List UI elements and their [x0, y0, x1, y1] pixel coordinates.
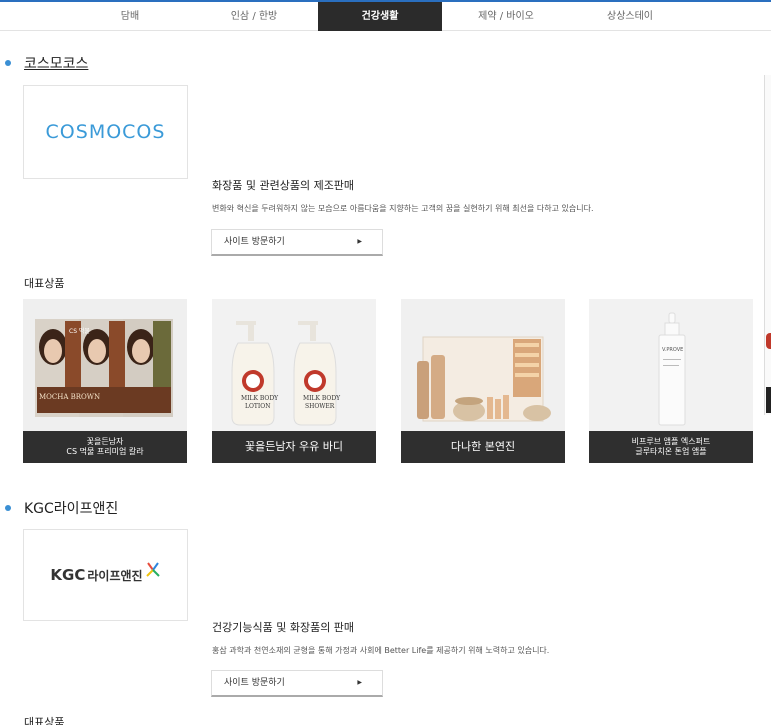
cosmocos-logo: COSMOCOS — [23, 85, 188, 179]
milk-bottle-text-1: MILK BODY — [241, 395, 279, 402]
product-caption: 비프루브 앰플 엑스퍼트 글루타치온 톤업 앰플 — [589, 431, 753, 463]
cosmocos-headline: 화장품 및 관련상품의 제조판매 — [212, 179, 355, 192]
tab-pharma-bio[interactable]: 제약 / 바이오 — [446, 2, 566, 31]
caption-line1: 다나한 본연진 — [450, 440, 516, 453]
tab-ginseng[interactable]: 인삼 / 한방 — [194, 2, 314, 31]
edge-dark-marker — [766, 387, 771, 413]
edge-red-marker — [766, 333, 771, 349]
category-tab-bar: 담배 인삼 / 한방 건강생활 제약 / 바이오 상상스테이 — [0, 0, 771, 31]
cs-box-label: CS 먹물 — [69, 327, 90, 335]
sparkle-logo-icon — [145, 562, 160, 577]
caption-line1: 꽃을든남자 우유 바디 — [244, 440, 344, 453]
kgc-headline: 건강기능식품 및 화장품의 판매 — [212, 621, 355, 634]
milk-bottle-text-2: MILK BODY — [303, 395, 341, 402]
cosmocos-logo-text: COSMOCOS — [45, 121, 166, 143]
section-title-kgc-life-gin[interactable]: KGC라이프앤진 — [24, 498, 118, 518]
section-title-cosmocos[interactable]: 코스모코스 — [24, 53, 88, 73]
kgc-visit-button[interactable]: 사이트 방문하기 ▶ — [211, 670, 383, 697]
tab-health-life[interactable]: 건강생활 — [318, 2, 442, 31]
right-edge-panel — [764, 75, 771, 415]
kgc-logo-text: KGC — [50, 566, 86, 584]
tab-sangsang-stay[interactable]: 상상스테이 — [570, 2, 690, 31]
life-gin-logo-text: 라이프앤진 — [87, 568, 143, 583]
visit-button-label: 사이트 방문하기 — [224, 678, 285, 688]
representative-products-label: 대표상품 — [24, 716, 65, 725]
product-image-hair-color: CS 먹물 MOCHA BROWN — [23, 299, 187, 431]
product-caption: 다나한 본연진 — [401, 431, 565, 463]
product-image-milk-bottles: MILK BODY LOTION MILK BODY SHOWER — [212, 299, 376, 431]
product-card-milk-body[interactable]: MILK BODY LOTION MILK BODY SHOWER 꽃을든남자 … — [212, 299, 376, 463]
caption-line1: 꽃을든남자 — [86, 437, 124, 446]
product-image-cosmetic-set — [401, 299, 565, 431]
milk-lotion-text: LOTION — [245, 403, 270, 410]
triangle-right-icon: ▶ — [357, 679, 362, 686]
caption-line2: 글루타치온 톤업 앰플 — [635, 447, 707, 456]
tab-tobacco[interactable]: 담배 — [70, 2, 190, 31]
representative-products-label: 대표상품 — [24, 277, 65, 290]
cosmocos-visit-button[interactable]: 사이트 방문하기 ▶ — [211, 229, 383, 256]
kgc-life-gin-logo: KGC 라이프앤진 — [23, 529, 188, 621]
vprove-text: V.PROVE — [662, 347, 683, 353]
kgc-description: 홍삼 과학과 천연소재의 균형을 통해 가정과 사회에 Better Life를… — [212, 646, 550, 655]
visit-button-label: 사이트 방문하기 — [224, 237, 285, 247]
section-bullet — [5, 60, 11, 66]
mocha-brown-text: MOCHA BROWN — [39, 393, 100, 401]
milk-shower-text: SHOWER — [305, 403, 335, 410]
product-caption: 꽃을든남자 우유 바디 — [212, 431, 376, 463]
product-image-ampoule: V.PROVE — [589, 299, 753, 431]
caption-line2: CS 먹물 프리미엄 칼라 — [66, 447, 144, 456]
product-card-vprove[interactable]: V.PROVE 비프루브 앰플 엑스퍼트 글루타치온 톤업 앰플 — [589, 299, 753, 463]
cosmocos-description: 변화와 혁신을 두려워하지 않는 모습으로 아름다움을 지향하는 고객의 꿈을 … — [212, 204, 594, 213]
section-bullet — [5, 505, 11, 511]
product-caption: 꽃을든남자 CS 먹물 프리미엄 칼라 — [23, 431, 187, 463]
product-card-cs-color[interactable]: CS 먹물 MOCHA BROWN 꽃을든남자 CS 먹물 프리미엄 칼라 — [23, 299, 187, 463]
caption-line1: 비프루브 앰플 엑스퍼트 — [631, 437, 711, 446]
product-card-danahan[interactable]: 다나한 본연진 — [401, 299, 565, 463]
triangle-right-icon: ▶ — [357, 238, 362, 245]
